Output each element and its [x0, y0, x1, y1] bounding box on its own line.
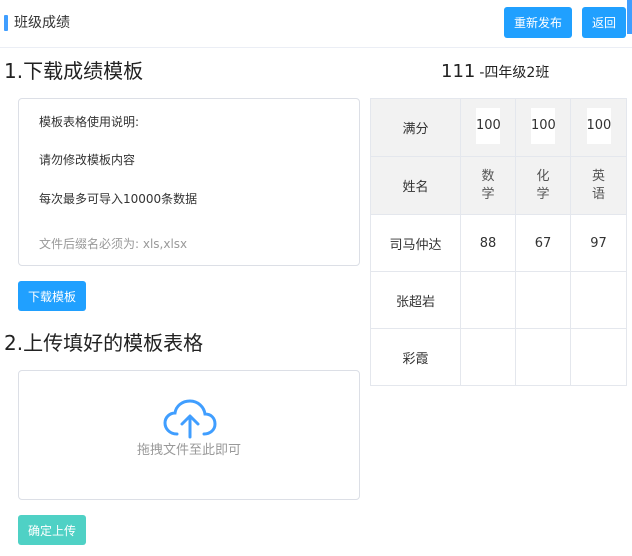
full-score-cell: 100 — [570, 98, 627, 157]
confirm-upload-button[interactable]: 确定上传 — [18, 515, 86, 545]
score-cell: 67 — [515, 214, 571, 272]
subject-label: 数学 — [481, 168, 495, 202]
score-cell: 88 — [460, 214, 516, 272]
subject-header-row: 姓名 数学 化学 英语 — [370, 156, 627, 215]
full-score-cell: 100 — [515, 98, 571, 157]
instructions-heading: 模板表格使用说明: — [39, 115, 140, 129]
subject-header: 化学 — [515, 156, 571, 215]
upload-hint: 拖拽文件至此即可 — [136, 443, 241, 458]
instruction-line: 请勿修改模板内容 — [39, 153, 136, 167]
file-extension-note: 文件后缀名必须为: xls,xlsx — [39, 237, 188, 251]
download-template-button[interactable]: 下载模板 — [18, 281, 86, 311]
full-score-cell: 100 — [460, 98, 516, 157]
full-score-input[interactable]: 100 — [586, 107, 611, 144]
back-button[interactable]: 返回 — [582, 7, 626, 38]
subject-label: 英语 — [591, 168, 605, 202]
score-cell — [460, 271, 516, 329]
subject-header: 数学 — [460, 156, 516, 215]
full-score-input[interactable]: 100 — [476, 107, 500, 144]
score-cell: 97 — [570, 214, 627, 272]
student-row: 张超岩 — [370, 271, 627, 329]
score-cell — [570, 328, 627, 386]
student-name: 张超岩 — [370, 271, 461, 329]
student-name: 司马仲达 — [370, 214, 461, 272]
name-column-header: 姓名 — [370, 156, 461, 215]
score-cell — [515, 271, 571, 329]
page-title: 班级成绩 — [14, 15, 70, 31]
student-row: 司马仲达 88 67 97 — [370, 214, 627, 272]
score-cell — [460, 328, 516, 386]
subject-header: 英语 — [570, 156, 627, 215]
title-accent-bar — [4, 15, 8, 31]
class-title: 111 -四年级2班 — [441, 61, 549, 82]
full-score-label: 满分 — [370, 98, 461, 157]
upload-dropzone[interactable]: 拖拽文件至此即可 — [18, 370, 360, 500]
student-name: 彩霞 — [370, 328, 461, 386]
download-section-title: 1.下载成绩模板 — [4, 59, 144, 83]
score-cell — [570, 271, 627, 329]
page-header: 班级成绩 重新发布 返回 — [0, 0, 632, 48]
class-number: 111 — [441, 61, 476, 82]
score-cell — [515, 328, 571, 386]
cloud-upload-icon — [163, 399, 217, 439]
score-table: 满分 100 100 100 姓名 数学 化学 英语 司马仲达 88 67 97… — [370, 98, 627, 386]
edge-scroll-indicator — [627, 0, 632, 34]
upload-section-title: 2.上传填好的模板表格 — [4, 331, 204, 355]
instruction-line: 每次最多可导入10000条数据 — [39, 192, 198, 206]
full-score-input[interactable]: 100 — [531, 107, 555, 144]
class-name: -四年级2班 — [479, 65, 550, 81]
template-instructions-box: 模板表格使用说明: 请勿修改模板内容 每次最多可导入10000条数据 文件后缀名… — [18, 98, 360, 266]
student-row: 彩霞 — [370, 328, 627, 386]
full-score-row: 满分 100 100 100 — [370, 98, 627, 157]
republish-button[interactable]: 重新发布 — [504, 7, 572, 38]
subject-label: 化学 — [536, 168, 550, 202]
